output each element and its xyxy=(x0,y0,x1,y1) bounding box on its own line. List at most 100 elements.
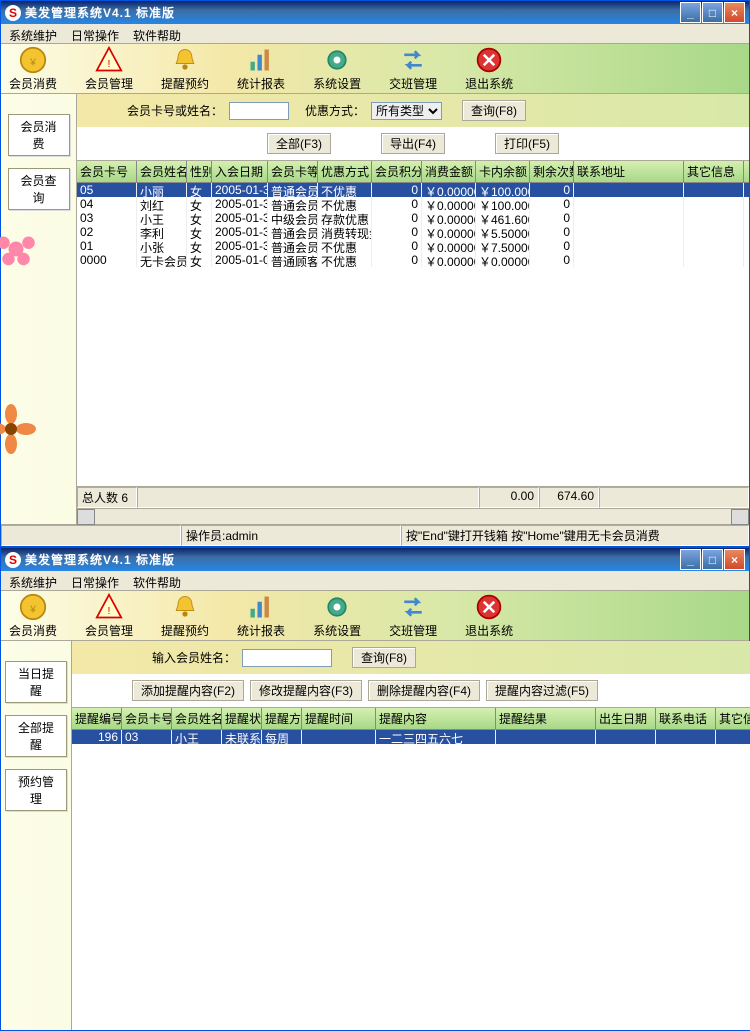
side-appoint[interactable]: 预约管理 xyxy=(5,769,67,811)
minimize-button[interactable]: _ xyxy=(680,549,701,570)
query-button[interactable]: 查询(F8) xyxy=(462,100,526,121)
query-button[interactable]: 查询(F8) xyxy=(352,647,416,668)
grid-footer: 总人数 6 0.00 674.60 xyxy=(77,486,749,508)
tb-shift[interactable]: 交班管理 xyxy=(389,46,437,92)
tb-member-manage[interactable]: !会员管理 xyxy=(85,593,133,639)
app-logo-icon: S xyxy=(5,552,21,568)
print-button[interactable]: 打印(F5) xyxy=(495,133,559,154)
close-button[interactable]: × xyxy=(724,2,745,23)
status-tip: 按"End"键打开钱箱 按"Home"键用无卡会员消费 xyxy=(401,525,749,546)
maximize-button[interactable]: □ xyxy=(702,549,723,570)
edit-remind-button[interactable]: 修改提醒内容(F3) xyxy=(250,680,362,701)
side-today-remind[interactable]: 当日提醒 xyxy=(5,661,67,703)
tb-report[interactable]: 统计报表 xyxy=(237,593,285,639)
flower-decor-icon xyxy=(0,224,41,274)
window-title: 美发管理系统V4.1 标准版 xyxy=(25,551,680,568)
menu-system[interactable]: 系统维护 xyxy=(5,573,61,588)
menu-daily[interactable]: 日常操作 xyxy=(67,26,123,41)
toolbar: ¥会员消费 !会员管理 提醒预约 统计报表 系统设置 交班管理 退出系统 xyxy=(1,591,749,641)
exit-icon xyxy=(475,46,503,74)
toolbar: ¥会员消费 !会员管理 提醒预约 统计报表 系统设置 交班管理 退出系统 xyxy=(1,44,749,94)
tb-member-consume[interactable]: ¥会员消费 xyxy=(9,46,57,92)
window-members: S 美发管理系统V4.1 标准版 _ □ × 系统维护 日常操作 软件帮助 ¥会… xyxy=(0,0,750,547)
gear-icon xyxy=(323,46,351,74)
side-consume[interactable]: 会员消费 xyxy=(8,114,70,156)
tb-remind[interactable]: 提醒预约 xyxy=(161,593,209,639)
action-row: 添加提醒内容(F2) 修改提醒内容(F3) 删除提醒内容(F4) 提醒内容过滤(… xyxy=(72,674,750,708)
menu-help[interactable]: 软件帮助 xyxy=(129,26,185,41)
export-button[interactable]: 导出(F4) xyxy=(381,133,445,154)
table-row[interactable]: 01小张女2005-01-31普通会员不优惠0￥0.00000￥7.500000 xyxy=(77,239,749,253)
table-row[interactable]: 19603小王未联系每周一二三四五六七 xyxy=(72,730,750,744)
tb-shift[interactable]: 交班管理 xyxy=(389,593,437,639)
search-bar: 输入会员姓名： 查询(F8) xyxy=(72,641,750,674)
chart-icon xyxy=(247,593,275,621)
add-remind-button[interactable]: 添加提醒内容(F2) xyxy=(132,680,244,701)
discount-label: 优惠方式： xyxy=(305,102,365,119)
sidebar: 当日提醒 全部提醒 预约管理 xyxy=(1,641,71,1030)
flower-decor-icon xyxy=(0,404,36,454)
svg-text:¥: ¥ xyxy=(29,56,36,68)
table-row[interactable]: 0000无卡会员女2005-01-01普通顾客不优惠0￥0.00000￥0.00… xyxy=(77,253,749,267)
svg-text:!: ! xyxy=(108,58,111,70)
menu-help[interactable]: 软件帮助 xyxy=(129,573,185,588)
warning-icon: ! xyxy=(95,46,123,74)
tb-settings[interactable]: 系统设置 xyxy=(313,593,361,639)
titlebar: S 美发管理系统V4.1 标准版 _ □ × xyxy=(1,1,749,24)
hscrollbar[interactable] xyxy=(77,508,749,524)
tb-member-manage[interactable]: !会员管理 xyxy=(85,46,133,92)
tb-report[interactable]: 统计报表 xyxy=(237,46,285,92)
window-reminders: S 美发管理系统V4.1 标准版 _ □ × 系统维护 日常操作 软件帮助 ¥会… xyxy=(0,547,750,1031)
menu-daily[interactable]: 日常操作 xyxy=(67,573,123,588)
action-row: 全部(F3) 导出(F4) 打印(F5) xyxy=(77,127,749,161)
side-all-remind[interactable]: 全部提醒 xyxy=(5,715,67,757)
grid-body[interactable]: 19603小王未联系每周一二三四五六七 xyxy=(72,730,750,1030)
app-logo-icon: S xyxy=(5,5,21,21)
menubar: 系统维护 日常操作 软件帮助 xyxy=(1,24,749,44)
menubar: 系统维护 日常操作 软件帮助 xyxy=(1,571,749,591)
minimize-button[interactable]: _ xyxy=(680,2,701,23)
tb-exit[interactable]: 退出系统 xyxy=(465,593,513,639)
svg-text:!: ! xyxy=(108,605,111,617)
tb-settings[interactable]: 系统设置 xyxy=(313,46,361,92)
discount-select[interactable]: 所有类型 xyxy=(371,102,442,120)
bell-icon xyxy=(171,593,199,621)
table-row[interactable]: 04刘红女2005-01-31普通会员不优惠0￥0.00000￥100.0000… xyxy=(77,197,749,211)
bell-icon xyxy=(171,46,199,74)
tb-member-consume[interactable]: ¥会员消费 xyxy=(9,593,57,639)
filter-remind-button[interactable]: 提醒内容过滤(F5) xyxy=(486,680,598,701)
grid-header: 提醒编号 会员卡号 会员姓名 提醒状态 提醒方式 提醒时间 提醒内容 提醒结果 … xyxy=(72,708,750,730)
window-title: 美发管理系统V4.1 标准版 xyxy=(25,4,680,21)
tb-exit[interactable]: 退出系统 xyxy=(465,46,513,92)
coin-icon: ¥ xyxy=(19,593,47,621)
warning-icon: ! xyxy=(95,593,123,621)
menu-system[interactable]: 系统维护 xyxy=(5,26,61,41)
coin-icon: ¥ xyxy=(19,46,47,74)
sidebar: 会员消费 会员查询 xyxy=(1,94,76,524)
swap-icon xyxy=(399,593,427,621)
table-row[interactable]: 02李利女2005-01-31普通会员消费转现金0￥0.00000￥5.5000… xyxy=(77,225,749,239)
titlebar: S 美发管理系统V4.1 标准版 _ □ × xyxy=(1,548,749,571)
exit-icon xyxy=(475,593,503,621)
del-remind-button[interactable]: 删除提醒内容(F4) xyxy=(368,680,480,701)
card-input[interactable] xyxy=(229,102,289,120)
name-label: 输入会员姓名： xyxy=(152,649,236,666)
grid-body[interactable]: 05小丽女2005-01-31普通会员不优惠0￥0.00000￥100.0000… xyxy=(77,183,749,486)
maximize-button[interactable]: □ xyxy=(702,2,723,23)
swap-icon xyxy=(399,46,427,74)
gear-icon xyxy=(323,593,351,621)
tb-remind[interactable]: 提醒预约 xyxy=(161,46,209,92)
chart-icon xyxy=(247,46,275,74)
search-bar: 会员卡号或姓名： 优惠方式： 所有类型 查询(F8) xyxy=(77,94,749,127)
card-label: 会员卡号或姓名： xyxy=(127,102,223,119)
table-row[interactable]: 03小王女2005-01-31中级会员存款优惠0￥0.00000￥461.600… xyxy=(77,211,749,225)
grid-header: 会员卡号 会员姓名 性别 入会日期 会员卡等级 优惠方式 会员积分 消费金额 卡… xyxy=(77,161,749,183)
side-query[interactable]: 会员查询 xyxy=(8,168,70,210)
statusbar: 操作员:admin 按"End"键打开钱箱 按"Home"键用无卡会员消费 xyxy=(1,524,749,546)
table-row[interactable]: 05小丽女2005-01-31普通会员不优惠0￥0.00000￥100.0000… xyxy=(77,183,749,197)
name-input[interactable] xyxy=(242,649,332,667)
status-operator: 操作员:admin xyxy=(181,525,401,546)
all-button[interactable]: 全部(F3) xyxy=(267,133,331,154)
svg-text:¥: ¥ xyxy=(29,603,36,615)
close-button[interactable]: × xyxy=(724,549,745,570)
